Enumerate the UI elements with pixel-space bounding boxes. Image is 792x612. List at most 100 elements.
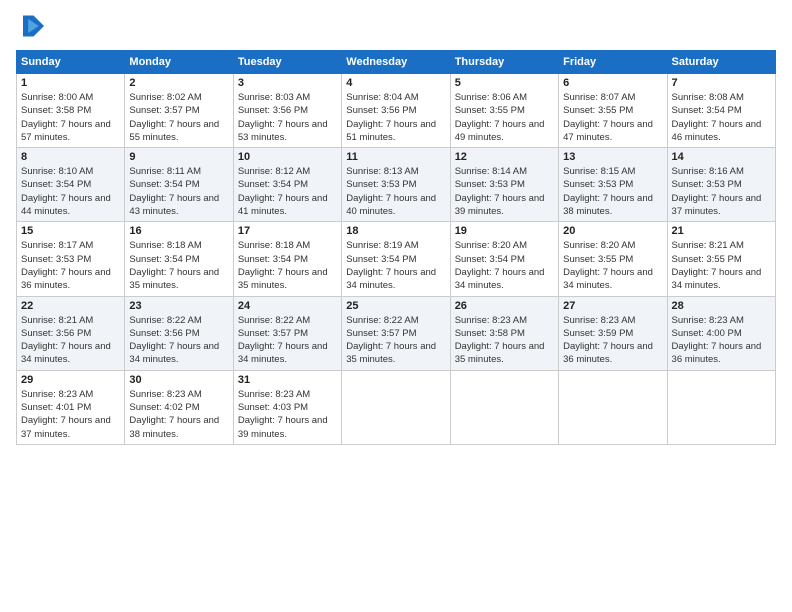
calendar-day-31: 31 Sunrise: 8:23 AMSunset: 4:03 PMDayligh… — [233, 370, 341, 444]
day-number: 23 — [129, 300, 228, 312]
calendar-week-3: 15Sunrise: 8:17 AMSunset: 3:53 PMDayligh… — [17, 222, 776, 296]
calendar-header-tuesday: Tuesday — [233, 51, 341, 74]
logo-icon — [16, 12, 44, 40]
day-detail: Sunrise: 8:20 AMSunset: 3:54 PMDaylight:… — [455, 239, 554, 292]
day-detail: Sunrise: 8:23 AMSunset: 4:00 PMDaylight:… — [672, 314, 771, 367]
calendar-day-30: 30Sunrise: 8:23 AMSunset: 4:02 PMDayligh… — [125, 370, 233, 444]
empty-cell — [559, 370, 667, 444]
day-detail: Sunrise: 8:18 AMSunset: 3:54 PMDaylight:… — [129, 239, 228, 292]
day-number: 28 — [672, 300, 771, 312]
calendar-week-2: 8 Sunrise: 8:10 AMSunset: 3:54 PMDaylight… — [17, 148, 776, 222]
day-number: 5 — [455, 77, 554, 89]
day-number: 27 — [563, 300, 662, 312]
day-number: 4 — [346, 77, 445, 89]
empty-cell — [450, 370, 558, 444]
empty-cell — [342, 370, 450, 444]
calendar-day-24: 24 Sunrise: 8:22 AMSunset: 3:57 PMDayligh… — [233, 296, 341, 370]
day-number: 13 — [563, 151, 662, 163]
day-number: 31 — [238, 374, 337, 386]
day-number: 1 — [21, 77, 120, 89]
empty-cell — [667, 370, 775, 444]
day-number: 17 — [238, 225, 337, 237]
calendar-day-4: 4 Sunrise: 8:04 AMSunset: 3:56 PMDaylight… — [342, 74, 450, 148]
day-detail: Sunrise: 8:02 AMSunset: 3:57 PMDaylight:… — [129, 91, 228, 144]
calendar-day-26: 26 Sunrise: 8:23 AMSunset: 3:58 PMDayligh… — [450, 296, 558, 370]
day-number: 29 — [21, 374, 120, 386]
calendar-header-wednesday: Wednesday — [342, 51, 450, 74]
day-detail: Sunrise: 8:07 AMSunset: 3:55 PMDaylight:… — [563, 91, 662, 144]
calendar-day-3: 3 Sunrise: 8:03 AMSunset: 3:56 PMDaylight… — [233, 74, 341, 148]
day-detail: Sunrise: 8:22 AMSunset: 3:57 PMDaylight:… — [346, 314, 445, 367]
day-number: 26 — [455, 300, 554, 312]
calendar-day-20: 20 Sunrise: 8:20 AMSunset: 3:55 PMDayligh… — [559, 222, 667, 296]
day-number: 11 — [346, 151, 445, 163]
day-number: 21 — [672, 225, 771, 237]
day-detail: Sunrise: 8:00 AMSunset: 3:58 PMDaylight:… — [21, 91, 120, 144]
calendar-day-14: 14 Sunrise: 8:16 AMSunset: 3:53 PMDayligh… — [667, 148, 775, 222]
calendar-day-18: 18 Sunrise: 8:19 AMSunset: 3:54 PMDayligh… — [342, 222, 450, 296]
day-detail: Sunrise: 8:16 AMSunset: 3:53 PMDaylight:… — [672, 165, 771, 218]
calendar-day-28: 28 Sunrise: 8:23 AMSunset: 4:00 PMDayligh… — [667, 296, 775, 370]
calendar-day-1: 1 Sunrise: 8:00 AMSunset: 3:58 PMDaylight… — [17, 74, 125, 148]
day-detail: Sunrise: 8:23 AMSunset: 3:58 PMDaylight:… — [455, 314, 554, 367]
day-detail: Sunrise: 8:23 AMSunset: 4:03 PMDaylight:… — [238, 388, 337, 441]
day-number: 25 — [346, 300, 445, 312]
day-number: 19 — [455, 225, 554, 237]
day-number: 9 — [129, 151, 228, 163]
calendar-day-19: 19 Sunrise: 8:20 AMSunset: 3:54 PMDayligh… — [450, 222, 558, 296]
day-detail: Sunrise: 8:22 AMSunset: 3:56 PMDaylight:… — [129, 314, 228, 367]
logo — [16, 12, 48, 40]
page: SundayMondayTuesdayWednesdayThursdayFrid… — [0, 0, 792, 612]
calendar-week-1: 1 Sunrise: 8:00 AMSunset: 3:58 PMDaylight… — [17, 74, 776, 148]
calendar-day-10: 10Sunrise: 8:12 AMSunset: 3:54 PMDayligh… — [233, 148, 341, 222]
day-number: 2 — [129, 77, 228, 89]
day-detail: Sunrise: 8:22 AMSunset: 3:57 PMDaylight:… — [238, 314, 337, 367]
day-number: 20 — [563, 225, 662, 237]
day-number: 12 — [455, 151, 554, 163]
day-detail: Sunrise: 8:20 AMSunset: 3:55 PMDaylight:… — [563, 239, 662, 292]
day-detail: Sunrise: 8:10 AMSunset: 3:54 PMDaylight:… — [21, 165, 120, 218]
calendar-day-13: 13 Sunrise: 8:15 AMSunset: 3:53 PMDayligh… — [559, 148, 667, 222]
calendar-day-23: 23 Sunrise: 8:22 AMSunset: 3:56 PMDayligh… — [125, 296, 233, 370]
day-detail: Sunrise: 8:13 AMSunset: 3:53 PMDaylight:… — [346, 165, 445, 218]
day-number: 8 — [21, 151, 120, 163]
calendar-day-2: 2 Sunrise: 8:02 AMSunset: 3:57 PMDaylight… — [125, 74, 233, 148]
calendar-header-saturday: Saturday — [667, 51, 775, 74]
calendar-header-row: SundayMondayTuesdayWednesdayThursdayFrid… — [17, 51, 776, 74]
day-detail: Sunrise: 8:23 AMSunset: 4:01 PMDaylight:… — [21, 388, 120, 441]
day-detail: Sunrise: 8:06 AMSunset: 3:55 PMDaylight:… — [455, 91, 554, 144]
calendar-header-monday: Monday — [125, 51, 233, 74]
calendar-day-15: 15Sunrise: 8:17 AMSunset: 3:53 PMDayligh… — [17, 222, 125, 296]
day-detail: Sunrise: 8:15 AMSunset: 3:53 PMDaylight:… — [563, 165, 662, 218]
header — [16, 12, 776, 40]
day-number: 22 — [21, 300, 120, 312]
calendar-day-27: 27Sunrise: 8:23 AMSunset: 3:59 PMDayligh… — [559, 296, 667, 370]
day-number: 24 — [238, 300, 337, 312]
day-number: 15 — [21, 225, 120, 237]
day-number: 10 — [238, 151, 337, 163]
calendar-day-6: 6 Sunrise: 8:07 AMSunset: 3:55 PMDaylight… — [559, 74, 667, 148]
calendar-day-8: 8 Sunrise: 8:10 AMSunset: 3:54 PMDaylight… — [17, 148, 125, 222]
day-detail: Sunrise: 8:04 AMSunset: 3:56 PMDaylight:… — [346, 91, 445, 144]
day-number: 3 — [238, 77, 337, 89]
day-number: 18 — [346, 225, 445, 237]
day-number: 6 — [563, 77, 662, 89]
calendar-header-thursday: Thursday — [450, 51, 558, 74]
day-detail: Sunrise: 8:14 AMSunset: 3:53 PMDaylight:… — [455, 165, 554, 218]
day-detail: Sunrise: 8:21 AMSunset: 3:56 PMDaylight:… — [21, 314, 120, 367]
day-number: 14 — [672, 151, 771, 163]
calendar-week-5: 29 Sunrise: 8:23 AMSunset: 4:01 PMDayligh… — [17, 370, 776, 444]
calendar-day-7: 7Sunrise: 8:08 AMSunset: 3:54 PMDaylight… — [667, 74, 775, 148]
day-detail: Sunrise: 8:19 AMSunset: 3:54 PMDaylight:… — [346, 239, 445, 292]
day-detail: Sunrise: 8:08 AMSunset: 3:54 PMDaylight:… — [672, 91, 771, 144]
calendar-day-16: 16 Sunrise: 8:18 AMSunset: 3:54 PMDayligh… — [125, 222, 233, 296]
day-number: 16 — [129, 225, 228, 237]
calendar-day-25: 25 Sunrise: 8:22 AMSunset: 3:57 PMDayligh… — [342, 296, 450, 370]
calendar-day-21: 21Sunrise: 8:21 AMSunset: 3:55 PMDayligh… — [667, 222, 775, 296]
calendar-day-17: 17Sunrise: 8:18 AMSunset: 3:54 PMDayligh… — [233, 222, 341, 296]
calendar-day-11: 11 Sunrise: 8:13 AMSunset: 3:53 PMDayligh… — [342, 148, 450, 222]
calendar-day-22: 22 Sunrise: 8:21 AMSunset: 3:56 PMDayligh… — [17, 296, 125, 370]
calendar-day-9: 9Sunrise: 8:11 AMSunset: 3:54 PMDaylight… — [125, 148, 233, 222]
day-detail: Sunrise: 8:03 AMSunset: 3:56 PMDaylight:… — [238, 91, 337, 144]
calendar-header-friday: Friday — [559, 51, 667, 74]
